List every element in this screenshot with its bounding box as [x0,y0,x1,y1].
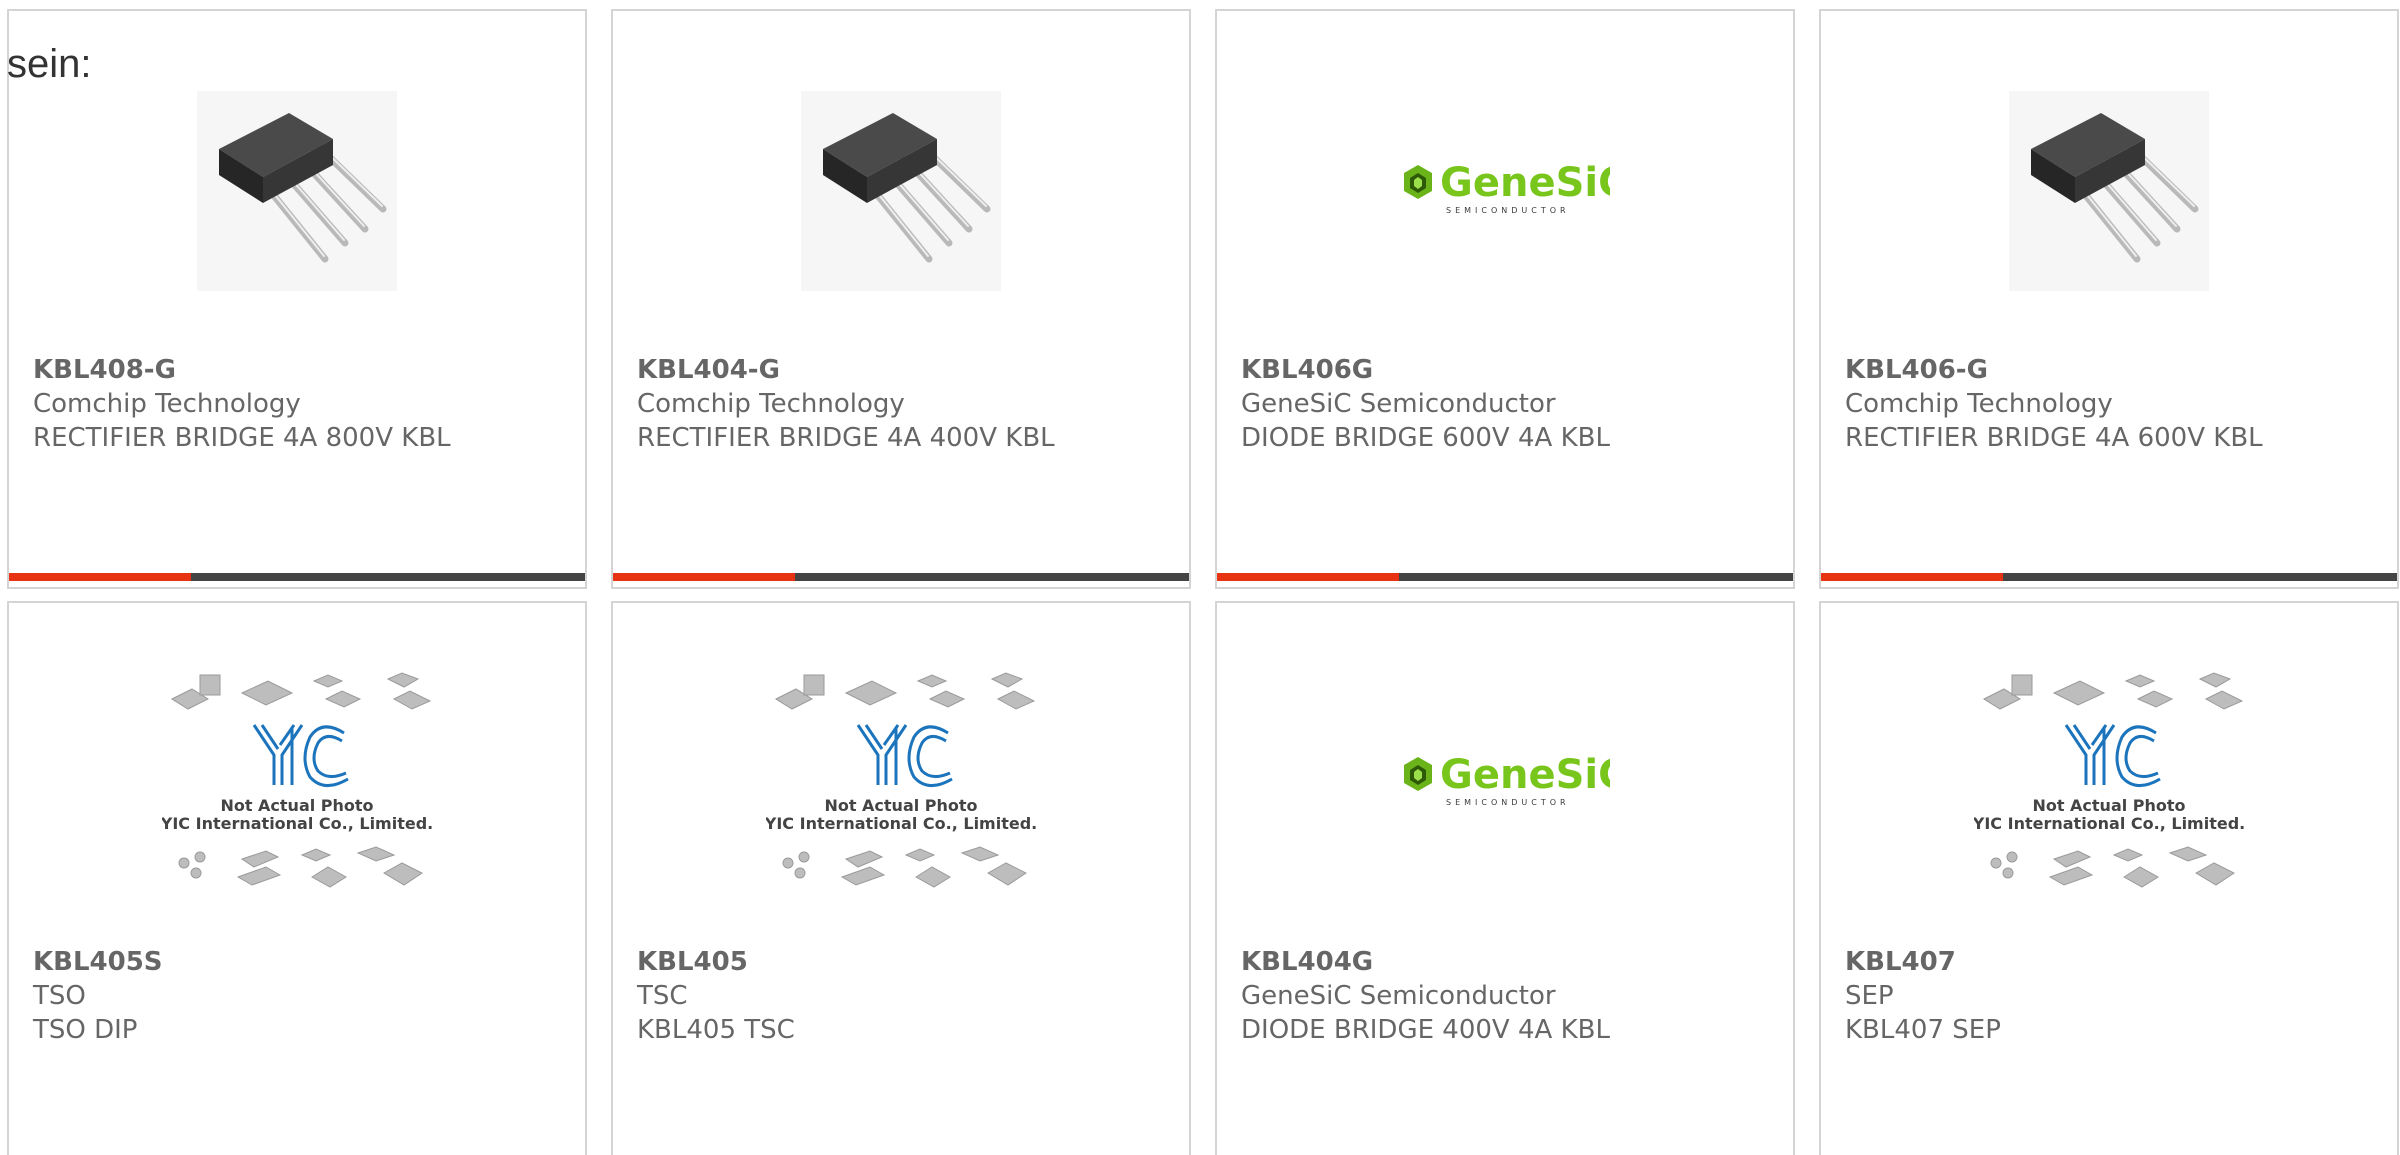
page: sein: KBL408-G Comchip Technology RECTIFIE… [0,0,2400,1155]
product-card[interactable]: Not Actual Photo YIC International Co., … [7,601,587,1155]
product-card[interactable]: GeneSiC SEMICONDUCTOR KBL404G GeneSiC Sem… [1215,601,1795,1155]
yic-caption-line2: YIC International Co., Limited. [162,814,432,833]
product-image[interactable] [9,81,585,301]
genesic-logo: GeneSiC SEMICONDUCTOR [1404,161,1610,215]
product-card[interactable]: GeneSiC SEMICONDUCTOR KBL406G GeneSiC Sem… [1215,9,1795,589]
product-part-number-link[interactable]: KBL405 [637,945,1173,979]
card-bar-accent [613,573,795,581]
card-bar-accent [1217,573,1399,581]
product-image[interactable]: Not Actual Photo YIC International Co., … [9,672,585,893]
product-description: DIODE BRIDGE 600V 4A KBL [1241,423,1610,453]
card-bar-accent [1821,573,2003,581]
product-image[interactable] [613,81,1189,301]
product-manufacturer: GeneSiC Semiconductor [1241,389,1556,419]
product-info: KBL404-G Comchip Technology RECTIFIER BRID… [637,353,1173,455]
product-info: KBL408-G Comchip Technology RECTIFIER BRID… [33,353,569,455]
card-hover-bar [1821,573,2397,581]
product-card[interactable]: Not Actual Photo YIC International Co., … [1819,601,2399,1155]
bridge-rectifier-photo [2009,91,2209,291]
card-hover-bar [9,573,585,581]
yic-placeholder-image: Not Actual Photo YIC International Co., … [162,672,432,888]
product-description: KBL405 TSC [637,1015,795,1045]
product-part-number-link[interactable]: KBL406-G [1845,353,2381,387]
yic-caption-line2: YIC International Co., Limited. [766,814,1036,833]
product-info: KBL404G GeneSiC Semiconductor DIODE BRIDGE… [1241,945,1777,1047]
product-manufacturer: Comchip Technology [1845,389,2113,419]
bridge-rectifier-photo [801,91,1001,291]
product-image[interactable]: Not Actual Photo YIC International Co., … [1821,672,2397,893]
product-info: KBL406-G Comchip Technology RECTIFIER BRID… [1845,353,2381,455]
product-description: DIODE BRIDGE 400V 4A KBL [1241,1015,1610,1045]
product-image[interactable]: GeneSiC SEMICONDUCTOR [1217,673,1793,893]
product-image[interactable] [1821,81,2397,301]
yic-placeholder-image: Not Actual Photo YIC International Co., … [1974,672,2244,888]
product-description: KBL407 SEP [1845,1015,2001,1045]
product-description: RECTIFIER BRIDGE 4A 400V KBL [637,423,1055,453]
product-part-number-link[interactable]: KBL405S [33,945,569,979]
product-info: KBL405 TSC KBL405 TSC [637,945,1173,1047]
product-card[interactable]: KBL406-G Comchip Technology RECTIFIER BRID… [1819,9,2399,589]
product-description: TSO DIP [33,1015,138,1045]
product-image[interactable]: GeneSiC SEMICONDUCTOR [1217,81,1793,301]
product-manufacturer: GeneSiC Semiconductor [1241,981,1556,1011]
product-image[interactable]: Not Actual Photo YIC International Co., … [613,672,1189,893]
yic-caption-line2: YIC International Co., Limited. [1974,814,2244,833]
card-hover-bar [1217,573,1793,581]
product-card[interactable]: Not Actual Photo YIC International Co., … [611,601,1191,1155]
product-info: KBL405S TSO TSO DIP [33,945,569,1047]
product-info: KBL406G GeneSiC Semiconductor DIODE BRIDGE… [1241,353,1777,455]
product-description: RECTIFIER BRIDGE 4A 800V KBL [33,423,451,453]
genesic-subtext: SEMICONDUCTOR [1446,206,1570,215]
yic-caption-line1: Not Actual Photo [220,796,373,815]
product-part-number-link[interactable]: KBL407 [1845,945,2381,979]
yic-caption-line1: Not Actual Photo [2032,796,2185,815]
product-card[interactable]: KBL404-G Comchip Technology RECTIFIER BRID… [611,9,1191,589]
product-part-number-link[interactable]: KBL408-G [33,353,569,387]
product-manufacturer: Comchip Technology [33,389,301,419]
product-card[interactable]: KBL408-G Comchip Technology RECTIFIER BRID… [7,9,587,589]
product-manufacturer: SEP [1845,981,1894,1011]
intro-text: sein: [7,42,92,86]
genesic-wordmark: GeneSiC [1440,161,1610,206]
genesic-subtext: SEMICONDUCTOR [1446,798,1570,807]
product-manufacturer: TSO [33,981,86,1011]
product-description: RECTIFIER BRIDGE 4A 600V KBL [1845,423,2263,453]
genesic-wordmark: GeneSiC [1440,753,1610,798]
genesic-logo: GeneSiC SEMICONDUCTOR [1404,753,1610,807]
product-part-number-link[interactable]: KBL406G [1241,353,1777,387]
product-grid: KBL408-G Comchip Technology RECTIFIER BRID… [7,9,2400,1155]
product-manufacturer: TSC [637,981,688,1011]
bridge-rectifier-photo [197,91,397,291]
card-bar-accent [9,573,191,581]
product-manufacturer: Comchip Technology [637,389,905,419]
product-info: KBL407 SEP KBL407 SEP [1845,945,2381,1047]
yic-placeholder-image: Not Actual Photo YIC International Co., … [766,672,1036,888]
yic-caption-line1: Not Actual Photo [824,796,977,815]
product-part-number-link[interactable]: KBL404G [1241,945,1777,979]
card-hover-bar [613,573,1189,581]
product-part-number-link[interactable]: KBL404-G [637,353,1173,387]
